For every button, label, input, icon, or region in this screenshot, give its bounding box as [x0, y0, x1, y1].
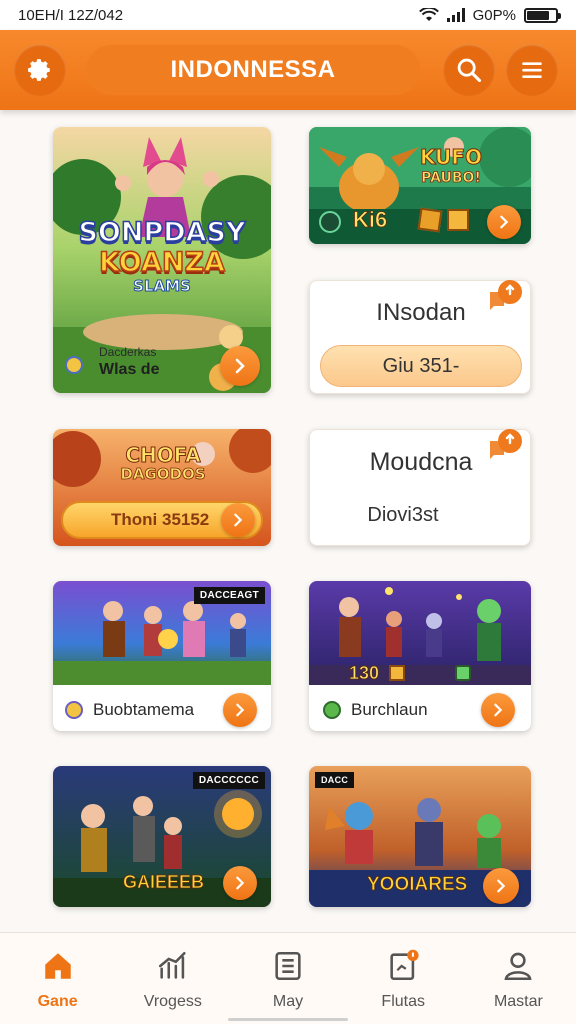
- play-button[interactable]: [220, 346, 260, 386]
- card-subtitle: Wlas de: [99, 361, 160, 378]
- card-label: Buobtamema: [93, 700, 195, 719]
- play-button[interactable]: [481, 693, 515, 727]
- play-button[interactable]: [221, 503, 255, 537]
- nav-item-flutas[interactable]: Flutas: [346, 933, 461, 1024]
- nav-label: Vrogess: [143, 993, 202, 1010]
- nav-label: May: [272, 993, 304, 1010]
- search-icon: [457, 58, 482, 83]
- card-label: GAIEEEB: [123, 872, 205, 893]
- search-button[interactable]: [443, 44, 495, 96]
- battery-percent: G0P%: [472, 6, 516, 24]
- card-label: YOOIARES: [367, 874, 468, 896]
- nav-label: Flutas: [381, 993, 425, 1010]
- game-card-gaieeeb[interactable]: DACCCCCC GAIEEEB: [53, 766, 271, 907]
- card-title-line3: SLAMS: [133, 277, 192, 295]
- play-button[interactable]: [223, 866, 257, 900]
- play-button[interactable]: [223, 693, 257, 727]
- status-bar: 10EH/I 12Z/042 G0P%: [0, 0, 576, 30]
- game-art: [309, 581, 531, 685]
- list-icon: [275, 951, 301, 981]
- home-icon: [44, 953, 71, 979]
- game-card-buobtamema[interactable]: DACCEAGT Buobtamema: [53, 581, 271, 731]
- status-time: 10EH/I 12Z/042: [18, 6, 124, 24]
- game-card-kufo[interactable]: KUFO PAUBO! Ki6: [309, 127, 531, 244]
- game-badge-icon: [65, 701, 83, 719]
- game-card-chofa[interactable]: CHOFA DAGODOS Thoni 35152: [53, 429, 271, 546]
- play-button[interactable]: [487, 205, 521, 239]
- card-title-line2: PAUBO!: [421, 170, 482, 186]
- play-button[interactable]: [483, 868, 519, 904]
- user-icon: [504, 952, 532, 981]
- gem-icon: [455, 665, 471, 681]
- card-developer: Dacderkas: [99, 345, 157, 359]
- status-icons: G0P%: [418, 6, 561, 24]
- notification-badge-icon[interactable]: [486, 425, 524, 463]
- game-badge-icon: [323, 701, 341, 719]
- nav-item-mastar[interactable]: Mastar: [461, 933, 576, 1024]
- wifi-icon: [418, 8, 439, 21]
- chevron-right-icon: [236, 703, 245, 717]
- card-tag: DACC: [315, 772, 355, 788]
- game-card-featured[interactable]: SONPDASY KOANZA SLAMS Dacderkas Wlas de: [53, 127, 271, 393]
- chevron-right-icon: [234, 513, 243, 527]
- note-icon: [390, 949, 419, 981]
- stat-icon: [319, 211, 341, 233]
- chevron-right-icon: [497, 879, 506, 893]
- app-title: INDONNESSA: [86, 45, 420, 95]
- claim-button[interactable]: Giu 351-: [320, 345, 522, 387]
- card-title-line1: SONPDASY: [78, 217, 247, 248]
- game-badge-icon: [65, 356, 83, 374]
- card-title-line2: DAGODOS: [120, 465, 206, 483]
- chest-icon: [417, 207, 443, 233]
- card-tag: DACCCCCC: [192, 772, 265, 789]
- card-label: Burchlaun: [351, 700, 428, 719]
- chevron-right-icon: [236, 876, 245, 890]
- card-stat: Ki6: [353, 207, 388, 233]
- chest-icon: [389, 665, 405, 681]
- chevron-right-icon: [235, 358, 245, 374]
- game-card-burchlaun[interactable]: 130 Burchlaun: [309, 581, 531, 731]
- card-stat: 130: [349, 663, 380, 684]
- chevron-right-icon: [500, 215, 509, 229]
- chart-icon: [158, 951, 186, 979]
- nav-item-game[interactable]: Gane: [0, 933, 115, 1024]
- nav-label: Gane: [37, 993, 78, 1010]
- chest-icon: [447, 209, 469, 231]
- chevron-right-icon: [494, 703, 503, 717]
- nav-item-progress[interactable]: Vrogess: [115, 933, 230, 1024]
- home-indicator[interactable]: [228, 1018, 348, 1021]
- card-title-line1: KUFO: [419, 145, 483, 169]
- settings-button[interactable]: [14, 44, 66, 96]
- game-card-yooiares[interactable]: DACC YOOIARES: [309, 766, 531, 907]
- signal-icon: [446, 8, 465, 22]
- hamburger-menu-icon: [522, 62, 542, 79]
- nav-label: Mastar: [493, 993, 543, 1010]
- bottom-navigation: Gane Vrogess May Flutas Mastar: [0, 932, 576, 1024]
- nav-item-may[interactable]: May: [230, 933, 345, 1024]
- gear-icon: [28, 59, 50, 81]
- card-title-line2: KOANZA: [98, 247, 225, 278]
- battery-icon: [524, 7, 561, 23]
- card-tag: DACCEAGT: [193, 587, 265, 604]
- menu-button[interactable]: [506, 44, 558, 96]
- notification-badge-icon[interactable]: [486, 276, 524, 314]
- card-subtitle: Diovi3st: [367, 504, 439, 526]
- app-header: INDONNESSA: [0, 30, 576, 110]
- card-title-line1: CHOFA: [125, 443, 201, 467]
